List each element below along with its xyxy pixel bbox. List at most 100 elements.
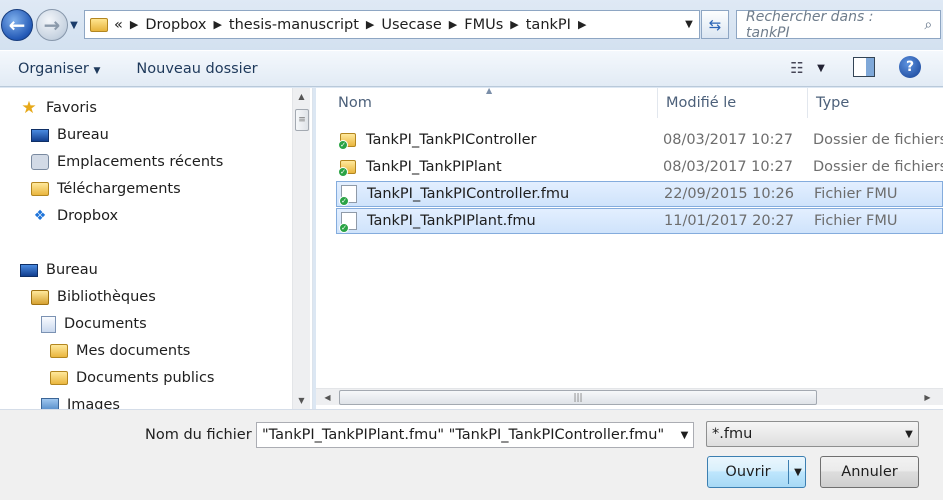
- nav-item-public-documents[interactable]: Documents publics: [50, 366, 214, 390]
- help-icon[interactable]: ?: [899, 56, 921, 78]
- breadcrumb-thesis-manuscript[interactable]: thesis-manuscript: [229, 17, 359, 33]
- file-type: Dossier de fichiers: [813, 159, 943, 175]
- file-row[interactable]: ✓ TankPI_TankPIController 08/03/2017 10:2…: [336, 127, 943, 153]
- breadcrumb-tankpi[interactable]: tankPI: [526, 17, 571, 33]
- column-header-modified[interactable]: Modifié le: [658, 88, 808, 118]
- folder-icon: ✓: [338, 133, 356, 150]
- filename-label: Nom du fichier :: [145, 427, 262, 443]
- column-header-name[interactable]: Nom: [330, 88, 658, 118]
- folder-icon: [50, 371, 68, 385]
- sync-check-icon: ✓: [338, 140, 348, 150]
- file-type: Fichier FMU: [814, 186, 898, 202]
- breadcrumb-fmus[interactable]: FMUs: [464, 17, 503, 33]
- nav-item-label: Mes documents: [76, 343, 191, 359]
- breadcrumb-separator-icon[interactable]: ▶: [213, 18, 221, 31]
- file-icon: ✓: [339, 212, 357, 233]
- refresh-icon: ⇆: [708, 15, 722, 34]
- file-modified: 08/03/2017 10:27: [663, 132, 793, 148]
- star-icon: ★: [21, 98, 37, 118]
- nav-item-label: Favoris: [46, 100, 97, 116]
- folder-icon: [90, 17, 108, 32]
- organize-label: Organiser: [18, 60, 89, 77]
- cancel-button[interactable]: Annuler: [820, 456, 919, 488]
- file-type-filter-select[interactable]: *.fmu ▼: [706, 421, 919, 447]
- sync-check-icon: ✓: [338, 167, 348, 177]
- nav-item-label: Bibliothèques: [57, 289, 156, 305]
- breadcrumb-overflow[interactable]: «: [114, 17, 123, 33]
- breadcrumb-separator-icon[interactable]: ▶: [578, 18, 586, 31]
- nav-item-images[interactable]: Images: [41, 393, 120, 409]
- nav-item-dropbox[interactable]: ❖ Dropbox: [31, 204, 118, 228]
- scroll-down-icon[interactable]: ▼: [293, 392, 310, 409]
- libraries-icon: [31, 289, 49, 305]
- nav-item-desktop-root[interactable]: Bureau: [20, 258, 98, 282]
- file-modified: 22/09/2015 10:26: [664, 186, 794, 202]
- chevron-down-icon[interactable]: ▼: [676, 423, 693, 447]
- scroll-left-icon[interactable]: ◀: [319, 389, 336, 406]
- back-button[interactable]: ←: [1, 9, 33, 41]
- file-name: TankPI_TankPIPlant.fmu: [367, 213, 536, 229]
- column-label: Modifié le: [666, 95, 737, 111]
- file-row[interactable]: ✓ TankPI_TankPIPlant 08/03/2017 10:27 Dos…: [336, 154, 943, 180]
- file-row-selected[interactable]: ✓ TankPI_TankPIController.fmu 22/09/2015 …: [336, 181, 943, 207]
- recent-pages-dropdown[interactable]: ▼: [68, 15, 80, 35]
- nav-item-recent-places[interactable]: Emplacements récents: [31, 150, 223, 174]
- navigation-scrollbar[interactable]: ▲ ≡ ▼: [292, 88, 310, 409]
- column-header-type[interactable]: Type: [808, 88, 943, 118]
- view-options-dropdown[interactable]: ▼: [813, 57, 829, 79]
- change-view-icon[interactable]: ☷: [784, 57, 810, 79]
- filename-input[interactable]: "TankPI_TankPIPlant.fmu" "TankPI_TankPIC…: [256, 422, 694, 448]
- new-folder-button[interactable]: Nouveau dossier: [118, 61, 275, 77]
- nav-item-favorites[interactable]: ★ Favoris: [20, 96, 97, 120]
- back-arrow-icon: ←: [8, 13, 26, 37]
- folder-icon: [50, 344, 68, 358]
- file-name: TankPI_TankPIController.fmu: [367, 186, 570, 202]
- file-icon: ✓: [339, 185, 357, 206]
- preview-pane-icon[interactable]: [853, 57, 875, 77]
- sync-check-icon: ✓: [339, 223, 349, 233]
- scroll-up-icon[interactable]: ▲: [293, 88, 310, 105]
- organize-button[interactable]: Organiser ▼: [0, 61, 118, 77]
- desktop-icon: [20, 263, 38, 277]
- breadcrumb-separator-icon[interactable]: ▶: [366, 18, 374, 31]
- search-icon[interactable]: ⌕: [917, 17, 940, 33]
- breadcrumb-separator-icon[interactable]: ▶: [449, 18, 457, 31]
- column-label: Type: [816, 95, 850, 111]
- nav-item-libraries[interactable]: Bibliothèques: [31, 285, 156, 309]
- breadcrumb-separator-icon[interactable]: ▶: [130, 18, 138, 31]
- file-list-horizontal-scrollbar[interactable]: ◀ ||| ▶: [316, 388, 943, 405]
- nav-item-downloads[interactable]: Téléchargements: [31, 177, 181, 201]
- scrollbar-thumb[interactable]: |||: [339, 390, 817, 405]
- file-modified: 11/01/2017 20:27: [664, 213, 794, 229]
- nav-item-desktop[interactable]: Bureau: [31, 123, 109, 147]
- navigation-pane: ★ Favoris Bureau Emplacements récents Tél…: [0, 88, 313, 409]
- forward-arrow-icon: →: [43, 13, 61, 37]
- search-input[interactable]: Rechercher dans : tankPI ⌕: [736, 8, 941, 41]
- nav-item-documents[interactable]: Documents: [41, 312, 147, 336]
- sync-check-icon: ✓: [339, 196, 349, 206]
- nav-item-my-documents[interactable]: Mes documents: [50, 339, 190, 363]
- scroll-right-icon[interactable]: ▶: [919, 389, 936, 406]
- file-row-selected[interactable]: ✓ TankPI_TankPIPlant.fmu 11/01/2017 20:27…: [336, 208, 943, 234]
- recent-places-icon: [31, 154, 49, 170]
- search-placeholder: Rechercher dans : tankPI: [746, 8, 874, 41]
- forward-button[interactable]: →: [36, 9, 68, 41]
- column-label: Nom: [338, 95, 372, 111]
- scrollbar-thumb[interactable]: ≡: [295, 109, 309, 131]
- chevron-down-icon: ▼: [905, 428, 913, 440]
- desktop-icon: [31, 128, 49, 142]
- chevron-down-icon[interactable]: ▼: [679, 19, 699, 30]
- split-divider: [788, 460, 789, 484]
- refresh-button[interactable]: ⇆: [701, 10, 729, 39]
- open-button[interactable]: Ouvrir ▼: [707, 456, 806, 488]
- chevron-down-icon[interactable]: ▼: [790, 467, 806, 478]
- breadcrumb-dropbox[interactable]: Dropbox: [145, 17, 206, 33]
- breadcrumb-separator-icon[interactable]: ▶: [510, 18, 518, 31]
- folder-icon: ✓: [338, 160, 356, 177]
- nav-item-label: Documents publics: [76, 370, 215, 386]
- address-bar[interactable]: « ▶ Dropbox ▶ thesis-manuscript ▶ Usecas…: [84, 10, 700, 39]
- nav-item-label: Images: [67, 397, 120, 409]
- nav-item-label: Téléchargements: [57, 181, 181, 197]
- breadcrumb-usecase[interactable]: Usecase: [381, 17, 441, 33]
- pictures-icon: [41, 398, 59, 409]
